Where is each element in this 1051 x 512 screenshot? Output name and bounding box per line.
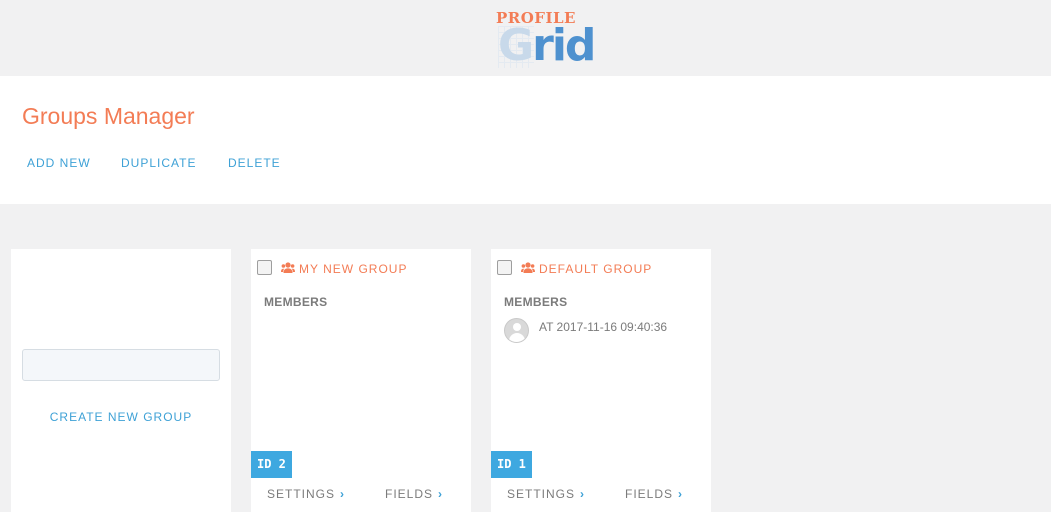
logo-grid-g: G bbox=[498, 20, 534, 71]
fields-label: FIELDS bbox=[625, 487, 674, 501]
group-name-link[interactable]: DEFAULT GROUP bbox=[539, 262, 652, 276]
page-title: Groups Manager bbox=[22, 103, 195, 129]
group-fields-link[interactable]: FIELDS › bbox=[385, 487, 443, 501]
create-group-card: CREATE NEW GROUP bbox=[11, 249, 231, 512]
delete-button[interactable]: DELETE bbox=[228, 156, 281, 170]
group-name-link[interactable]: MY NEW GROUP bbox=[299, 262, 407, 276]
avatar-icon[interactable] bbox=[504, 318, 529, 343]
users-icon bbox=[281, 262, 295, 273]
fields-label: FIELDS bbox=[385, 487, 434, 501]
chevron-right-icon: › bbox=[580, 487, 586, 501]
add-new-button[interactable]: ADD NEW bbox=[27, 156, 91, 170]
logo-bar: PROFILE Grid bbox=[0, 0, 1051, 76]
member-joined-text: AT 2017-11-16 09:40:36 bbox=[539, 320, 668, 334]
create-new-group-button[interactable]: CREATE NEW GROUP bbox=[11, 410, 231, 424]
members-label: MEMBERS bbox=[264, 295, 328, 309]
member-item: AT 2017-11-16 09:40:36 bbox=[504, 318, 704, 344]
chevron-right-icon: › bbox=[438, 487, 444, 501]
group-select-checkbox[interactable] bbox=[257, 260, 272, 275]
new-group-name-input[interactable] bbox=[22, 349, 220, 381]
users-icon bbox=[521, 262, 535, 273]
chevron-right-icon: › bbox=[678, 487, 684, 501]
profilegrid-logo[interactable]: PROFILE Grid bbox=[494, 6, 602, 70]
logo-grid-rest: rid bbox=[532, 20, 596, 71]
group-card: MY NEW GROUP MEMBERS ID 2 SETTINGS › FIEL… bbox=[251, 249, 471, 512]
group-fields-link[interactable]: FIELDS › bbox=[625, 487, 683, 501]
duplicate-button[interactable]: DUPLICATE bbox=[121, 156, 196, 170]
logo-grid-text: Grid bbox=[498, 20, 596, 71]
chevron-right-icon: › bbox=[340, 487, 346, 501]
group-settings-link[interactable]: SETTINGS › bbox=[267, 487, 345, 501]
members-label: MEMBERS bbox=[504, 295, 568, 309]
group-id-badge: ID 1 bbox=[491, 451, 532, 478]
groups-manager-header: Groups Manager ADD NEW DUPLICATE DELETE bbox=[0, 76, 1051, 204]
group-settings-link[interactable]: SETTINGS › bbox=[507, 487, 585, 501]
settings-label: SETTINGS bbox=[507, 487, 576, 501]
settings-label: SETTINGS bbox=[267, 487, 336, 501]
group-id-badge: ID 2 bbox=[251, 451, 292, 478]
group-select-checkbox[interactable] bbox=[497, 260, 512, 275]
group-card: DEFAULT GROUP MEMBERS AT 2017-11-16 09:4… bbox=[491, 249, 711, 512]
